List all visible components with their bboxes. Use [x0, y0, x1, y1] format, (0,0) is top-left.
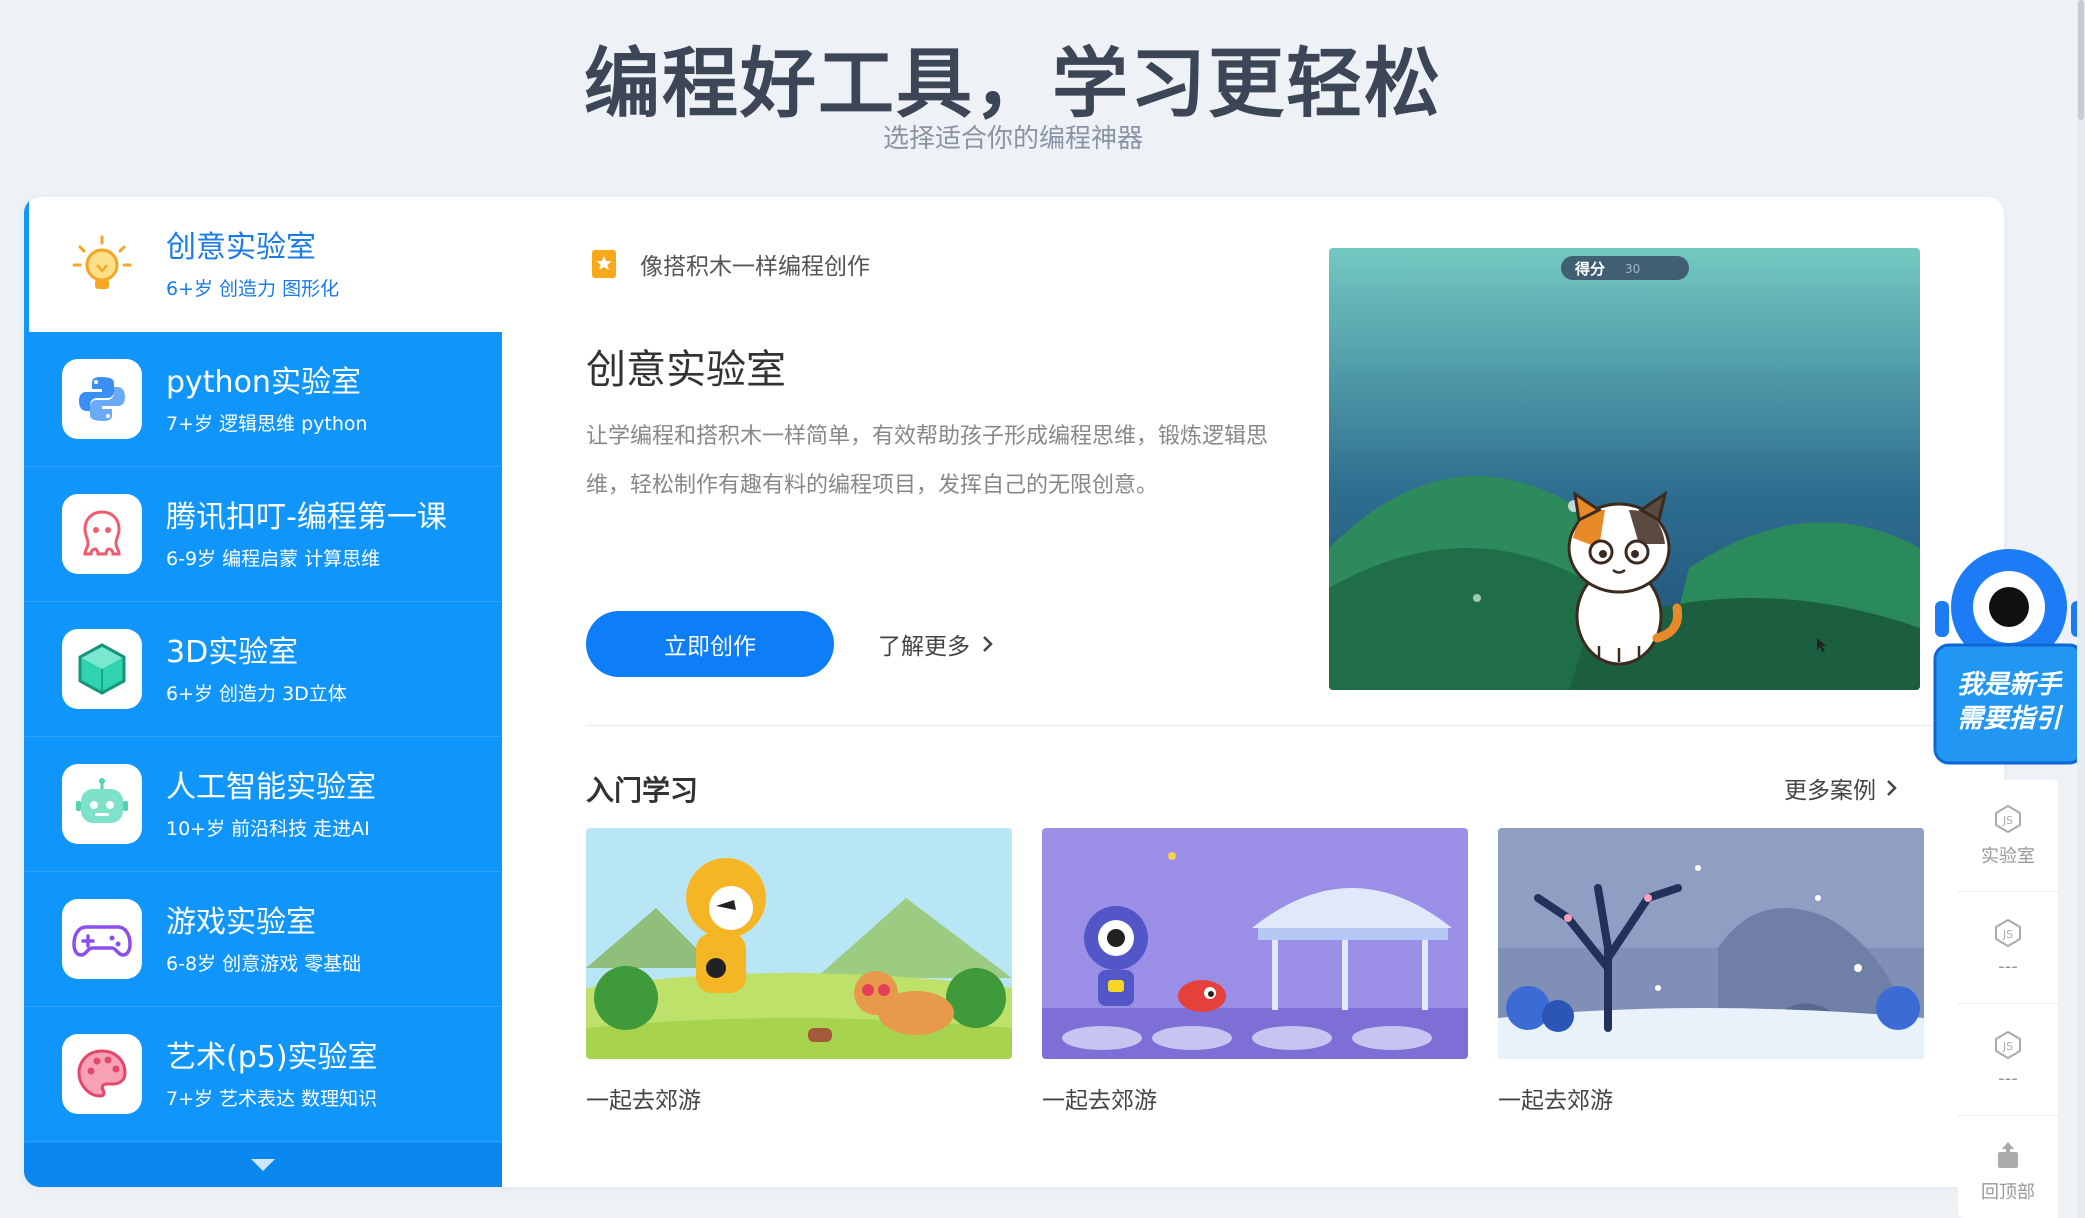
lightbulb-icon: [62, 225, 142, 305]
learn-more-link[interactable]: 了解更多: [878, 627, 994, 661]
sidebar-item-title: 游戏实验室: [166, 904, 316, 940]
js-lab-icon: JS: [1995, 804, 2021, 833]
float-item-label: ---: [1998, 956, 2018, 977]
sidebar-item-title: 3D实验室: [166, 634, 299, 670]
sidebar-item-tencent-coding[interactable]: 腾讯扣叮-编程第一课 6-9岁 编程启蒙 计算思维: [24, 467, 502, 602]
case-thumbnail: [1498, 828, 1924, 1059]
score-label: 得分: [1574, 260, 1605, 278]
float-item-3[interactable]: JS ---: [1958, 1004, 2058, 1116]
sidebar-item-creative-lab[interactable]: 创意实验室 6+岁 创造力 图形化: [24, 197, 502, 332]
page-scrollbar[interactable]: [2077, 0, 2085, 1218]
product-card: 创意实验室 6+岁 创造力 图形化 python实验室 7+岁 逻辑思维 pyt…: [24, 197, 2004, 1187]
learn-more-label: 了解更多: [878, 634, 970, 660]
floating-toolbar: JS 实验室 JS --- JS --- 回顶部: [1958, 780, 2058, 1218]
float-item-label: ---: [1998, 1068, 2018, 1089]
octopus-icon: [62, 494, 142, 574]
start-creating-button[interactable]: 立即创作: [586, 611, 834, 677]
case-card[interactable]: 一起去郊游: [1042, 828, 1468, 1115]
more-cases-link[interactable]: 更多案例: [1784, 771, 1898, 805]
case-thumbnail: [1042, 828, 1468, 1059]
chevron-down-icon: [251, 1159, 275, 1171]
sidebar-item-desc: 10+岁 前沿科技 走进AI: [166, 817, 370, 840]
case-label: 一起去郊游: [1498, 1088, 1613, 1114]
sidebar-item-desc: 6+岁 创造力 图形化: [166, 278, 340, 300]
gamepad-icon: [62, 899, 142, 979]
case-card[interactable]: 一起去郊游: [586, 828, 1012, 1115]
back-to-top-icon: [1998, 1142, 2018, 1168]
sidebar-item-desc: 6-9岁 编程启蒙 计算思维: [166, 547, 381, 570]
sidebar-item-desc: 6+岁 创造力 3D立体: [166, 682, 347, 705]
hero-preview-image: 得分 30: [1329, 248, 1920, 690]
sidebar-expand-button[interactable]: [24, 1143, 502, 1187]
svg-text:JS: JS: [2002, 1040, 2013, 1053]
python-icon: [62, 359, 142, 439]
float-item-label: 回顶部: [1981, 1182, 2035, 1203]
float-item-2[interactable]: JS ---: [1958, 892, 2058, 1004]
float-item-label: 实验室: [1981, 845, 2035, 867]
palette-icon: [62, 1034, 142, 1114]
section-title: 入门学习: [586, 774, 699, 807]
bookmark-star-icon: [592, 250, 616, 278]
sidebar-item-title: 人工智能实验室: [166, 769, 376, 805]
sidebar-item-desc: 6-8岁 创意游戏 零基础: [166, 952, 362, 975]
sidebar-item-desc: 7+岁 艺术表达 数理知识: [166, 1087, 378, 1110]
float-item-lab[interactable]: JS 实验室: [1958, 780, 2058, 892]
chevron-right-icon: [1887, 780, 1897, 796]
page-subtitle: 选择适合你的编程神器: [882, 124, 1143, 154]
svg-text:JS: JS: [2002, 814, 2013, 827]
sidebar-item-python-lab[interactable]: python实验室 7+岁 逻辑思维 python: [24, 332, 502, 467]
sidebar-item-title: 腾讯扣叮-编程第一课: [166, 499, 447, 535]
guide-line-2: 需要指引: [1957, 704, 2064, 734]
scrollbar-thumb[interactable]: [2078, 0, 2084, 120]
case-label: 一起去郊游: [1042, 1088, 1157, 1114]
newbie-guide-button[interactable]: 我是新手 需要指引: [1925, 545, 2085, 765]
sidebar-item-art-lab[interactable]: 艺术(p5)实验室 7+岁 艺术表达 数理知识: [24, 1007, 502, 1142]
more-cases-label: 更多案例: [1784, 778, 1876, 804]
feature-tag-text: 像搭积木一样编程创作: [640, 254, 870, 280]
lab-sidebar: 创意实验室 6+岁 创造力 图形化 python实验室 7+岁 逻辑思维 pyt…: [24, 197, 502, 1187]
case-thumbnail: [586, 828, 1012, 1059]
lab-description: 让学编程和搭积木一样简单，有效帮助孩子形成编程思维，锻炼逻辑思维，轻松制作有趣有…: [586, 424, 1269, 498]
sidebar-item-ai-lab[interactable]: 人工智能实验室 10+岁 前沿科技 走进AI: [24, 737, 502, 872]
robot-icon: [62, 764, 142, 844]
cube-icon: [62, 629, 142, 709]
sidebar-item-game-lab[interactable]: 游戏实验室 6-8岁 创意游戏 零基础: [24, 872, 502, 1007]
case-label: 一起去郊游: [586, 1088, 701, 1114]
back-to-top-button[interactable]: 回顶部: [1958, 1116, 2058, 1218]
sidebar-item-desc: 7+岁 逻辑思维 python: [166, 412, 368, 435]
sidebar-item-title: 艺术(p5)实验室: [166, 1039, 378, 1075]
sidebar-item-title: 创意实验室: [166, 230, 316, 265]
chevron-right-icon: [983, 636, 993, 652]
page-title: 编程好工具，学习更轻松: [584, 39, 1442, 128]
js-lab-icon: JS: [1995, 918, 2021, 948]
lab-title: 创意实验室: [586, 347, 786, 393]
case-card[interactable]: 一起去郊游: [1498, 828, 1924, 1115]
sidebar-item-3d-lab[interactable]: 3D实验室 6+岁 创造力 3D立体: [24, 602, 502, 737]
js-lab-icon: JS: [1995, 1030, 2021, 1060]
sidebar-item-title: python实验室: [166, 364, 361, 400]
section-divider: [586, 725, 1944, 726]
score-value: 30: [1625, 262, 1640, 276]
svg-text:JS: JS: [2002, 928, 2013, 941]
guide-line-1: 我是新手: [1957, 670, 2063, 700]
feature-tag: 像搭积木一样编程创作: [590, 247, 870, 281]
